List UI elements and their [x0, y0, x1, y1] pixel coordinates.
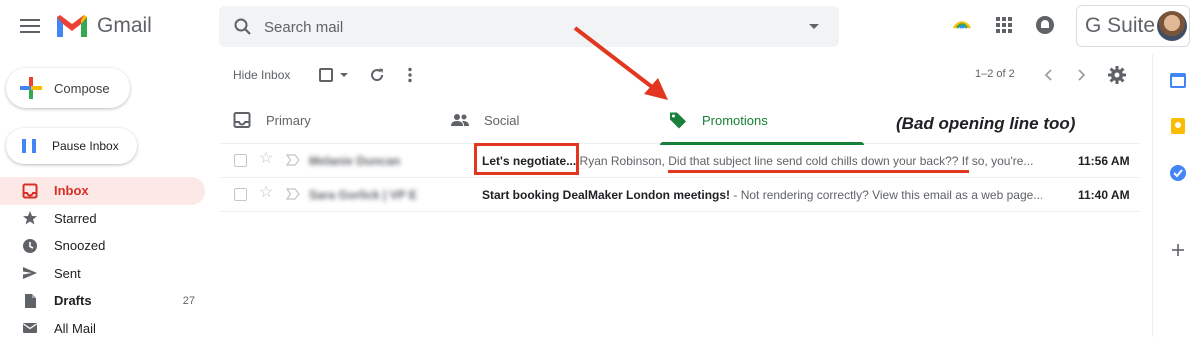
sidebar-item-inbox[interactable]: Inbox	[0, 177, 205, 205]
search-input[interactable]	[264, 16, 784, 38]
pause-inbox-label: Pause Inbox	[52, 139, 119, 153]
sidebar-item-starred[interactable]: Starred	[0, 205, 205, 233]
inbox-icon	[233, 112, 251, 128]
sidebar-item-drafts[interactable]: Drafts 27	[0, 287, 205, 315]
refresh-icon[interactable]	[368, 66, 386, 84]
email-sender: Melanie Duncan	[309, 154, 401, 168]
send-icon	[23, 267, 37, 280]
compose-button[interactable]: Compose	[6, 68, 130, 108]
gmail-wordmark: Gmail	[97, 14, 152, 37]
email-checkbox[interactable]	[234, 154, 247, 167]
tag-icon	[670, 112, 686, 129]
sidebar-item-label: Sent	[54, 265, 81, 281]
sidebar-item-label: All Mail	[54, 320, 96, 336]
hamburger-line	[20, 31, 40, 33]
annotation-underline	[668, 170, 969, 173]
chevron-left-icon[interactable]	[1040, 66, 1058, 84]
pause-icon	[22, 139, 36, 153]
gmail-m-icon	[57, 15, 87, 37]
plus-icon	[20, 77, 42, 99]
tasks-icon[interactable]	[1169, 164, 1187, 182]
select-options-icon[interactable]	[340, 73, 348, 77]
tab-label: Social	[484, 112, 520, 128]
sidebar-item-label: Inbox	[54, 183, 89, 199]
select-all-checkbox[interactable]	[319, 68, 333, 82]
hide-inbox-button[interactable]: Hide Inbox	[233, 68, 290, 82]
tab-label: Promotions	[702, 112, 768, 128]
pagination-count: 1–2 of 2	[975, 68, 1015, 80]
draft-icon	[25, 293, 36, 308]
add-addon-icon[interactable]	[1169, 241, 1187, 259]
side-panel	[1152, 54, 1200, 337]
avatar[interactable]	[1157, 11, 1187, 41]
email-time: 11:56 AM	[1078, 154, 1130, 168]
sidebar-item-label: Snoozed	[54, 238, 106, 254]
chevron-right-icon[interactable]	[1072, 66, 1090, 84]
sidebar-item-snoozed[interactable]: Snoozed	[0, 232, 205, 260]
importance-marker-icon[interactable]	[286, 188, 300, 200]
gmail-logo[interactable]: Gmail	[55, 13, 152, 39]
email-content: Start booking DealMaker London meetings!…	[482, 188, 1042, 202]
email-time: 11:40 AM	[1078, 188, 1130, 202]
annotation-text: (Bad opening line too)	[896, 114, 1076, 133]
compose-label: Compose	[54, 80, 110, 96]
drafts-count: 27	[182, 294, 195, 307]
gsuite-logo: G Suite	[1085, 14, 1156, 37]
hamburger-line	[20, 25, 40, 27]
star-icon[interactable]: ☆	[259, 185, 273, 201]
apps-grid-icon[interactable]	[993, 14, 1015, 36]
annotation-arrow	[573, 26, 668, 100]
annotation-box	[474, 143, 579, 175]
inbox-icon	[22, 183, 38, 199]
mail-icon	[23, 323, 37, 334]
email-snippet: Ryan Robinson, Did that subject line sen…	[576, 154, 1034, 168]
tab-primary[interactable]: Primary	[232, 96, 442, 144]
apps-script-icon[interactable]	[951, 14, 973, 36]
sidebar-item-label: Starred	[54, 210, 97, 226]
mail-toolbar: Hide Inbox 1–2 of 2	[220, 60, 1140, 90]
pause-inbox-button[interactable]: Pause Inbox	[6, 128, 137, 164]
search-icon[interactable]	[233, 17, 253, 37]
star-icon[interactable]: ☆	[259, 151, 273, 167]
email-sender: Sara Gorlick | VP E	[309, 188, 417, 202]
keep-icon[interactable]	[1169, 117, 1187, 135]
email-snippet: - Not rendering correctly? View this ema…	[730, 188, 1042, 202]
sidebar-item-sent[interactable]: Sent	[0, 260, 205, 288]
email-row[interactable]: ☆ Sara Gorlick | VP E Start booking Deal…	[220, 178, 1140, 212]
calendar-icon[interactable]	[1169, 71, 1187, 89]
main-menu-button[interactable]	[18, 16, 42, 36]
sidebar-item-all-mail[interactable]: All Mail	[0, 315, 205, 337]
more-vert-icon[interactable]	[406, 66, 414, 84]
people-icon	[451, 114, 469, 126]
hamburger-line	[20, 19, 40, 21]
clock-icon	[23, 238, 37, 253]
email-subject: Start booking DealMaker London meetings!	[482, 188, 731, 202]
gear-icon[interactable]	[1107, 65, 1127, 85]
tab-label: Primary	[266, 112, 311, 128]
sidebar-item-label: Drafts	[54, 293, 92, 309]
sidebar-nav: Inbox Starred Snoozed Sent Drafts 27 All	[0, 177, 205, 337]
email-checkbox[interactable]	[234, 188, 247, 201]
tab-promotions[interactable]: Promotions	[660, 96, 864, 145]
star-icon	[23, 211, 37, 225]
account-switcher[interactable]: G Suite	[1076, 5, 1190, 47]
search-options-icon[interactable]	[809, 24, 819, 29]
importance-marker-icon[interactable]	[286, 154, 300, 166]
notifications-icon[interactable]	[1034, 14, 1056, 36]
search-bar[interactable]	[219, 6, 839, 47]
